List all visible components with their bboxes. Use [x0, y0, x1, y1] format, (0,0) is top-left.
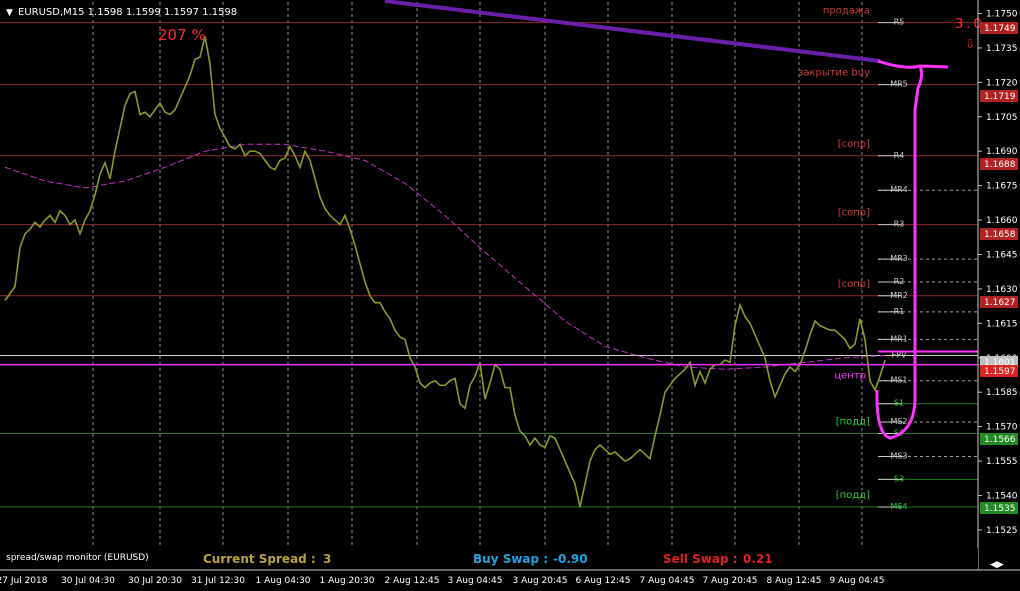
level-label: R3: [894, 220, 905, 229]
price-tag-label: 1.1597: [984, 367, 1016, 377]
price-tag-label: 1.1627: [984, 298, 1016, 308]
level-label: MS2: [890, 417, 907, 426]
level-label: MS3: [890, 451, 907, 460]
price-tick-label: 1.1735: [986, 44, 1018, 54]
price-tick-label: 1.1705: [986, 113, 1018, 123]
time-tick-label: 30 Jul 04:30: [61, 576, 115, 586]
level-annotation: центр: [834, 371, 866, 382]
level-label: MS4: [890, 502, 907, 511]
spread-monitor-title: spread/swap monitor (EURUSD): [6, 553, 149, 563]
time-tick-label: 3 Aug 04:45: [448, 576, 503, 586]
price-tick-label: 1.1690: [986, 147, 1018, 157]
level-annotation: закрытие buy: [798, 68, 870, 79]
level-annotation: продажа: [823, 6, 870, 17]
time-tick-label: 8 Aug 12:45: [767, 576, 822, 586]
price-tick-label: 1.1585: [986, 388, 1018, 398]
price-tick-label: 1.1525: [986, 526, 1018, 536]
forecast-path[interactable]: [877, 59, 949, 69]
price-tick-label: 1.1630: [986, 285, 1018, 295]
price-tick-label: 1.1720: [986, 78, 1018, 88]
sell-swap-value: 0.21: [743, 552, 773, 566]
sell-swap-label: Sell Swap :: [663, 552, 738, 566]
level-annotation: [сопр]: [838, 208, 870, 219]
spread-value: 3: [323, 552, 331, 566]
level-label: R2: [894, 277, 905, 286]
time-tick-label: 1 Aug 20:30: [320, 576, 375, 586]
price-tag-label: 1.1719: [984, 92, 1016, 102]
price-chart[interactable]: R5 продажа MR5 закрытие buy R4 [сопр] MR4 R3 [со…: [0, 0, 1020, 591]
price-tick-label: 1.1615: [986, 319, 1018, 329]
level-label: R4: [894, 151, 905, 160]
time-tick-label: 2 Aug 12:45: [385, 576, 440, 586]
price-tick-label: 1.1555: [986, 457, 1018, 467]
price-tag-label: 1.1535: [984, 504, 1016, 514]
level-label: R5: [894, 18, 905, 27]
level-label: S1: [894, 399, 904, 408]
price-tick-label: 1.1675: [986, 182, 1018, 192]
price-tag-label: 1.1566: [984, 435, 1016, 445]
time-tick-label: 6 Aug 12:45: [576, 576, 631, 586]
moving-average-line: [4, 143, 886, 370]
time-tick-label: 9 Aug 04:45: [830, 576, 885, 586]
scroll-right-icon[interactable]: ◀▶: [990, 560, 1004, 570]
level-label: MR4: [890, 185, 908, 194]
level-label: MS1: [890, 376, 907, 385]
level-label: MR3: [890, 254, 908, 263]
time-tick-label: 7 Aug 04:45: [640, 576, 695, 586]
time-tick-label: 31 Jul 12:30: [191, 576, 245, 586]
price-tick-label: 1.1540: [986, 492, 1018, 502]
chart-window[interactable]: R5 продажа MR5 закрытие buy R4 [сопр] MR4 R3 [со…: [0, 0, 1020, 591]
level-label: MR2: [890, 291, 908, 300]
level-label: MR5: [890, 80, 908, 89]
price-tick-label: 1.1645: [986, 250, 1018, 260]
time-tick-label: 7 Aug 20:45: [703, 576, 758, 586]
price-tag-label: 1.1749: [984, 24, 1016, 34]
buy-swap-label: Buy Swap :: [473, 552, 548, 566]
level-annotation: [подд]: [836, 417, 870, 428]
price-tick-label: 1.1660: [986, 216, 1018, 226]
time-tick-label: 27 Jul 2018: [0, 576, 48, 586]
price-tick-label: 1.1570: [986, 423, 1018, 433]
percent-annotation: 207 %: [158, 26, 206, 44]
spread-label: Current Spread :: [203, 552, 316, 566]
level-label: S3: [894, 474, 904, 483]
time-tick-label: 1 Aug 04:30: [256, 576, 311, 586]
price-line: [4, 36, 886, 508]
time-tick-label: 3 Aug 20:45: [513, 576, 568, 586]
trendline[interactable]: [384, 0, 881, 63]
down-arrow-icon: ⇩: [965, 37, 975, 51]
symbol-info: EURUSD,M15 1.1598 1.1599 1.1597 1.1598: [18, 7, 237, 18]
level-annotation: [подд]: [836, 490, 870, 501]
time-tick-label: 30 Jul 20:30: [128, 576, 182, 586]
price-tag-label: 1.1688: [984, 160, 1016, 170]
buy-swap-value: -0.90: [553, 552, 588, 566]
level-label: MR1: [890, 334, 908, 343]
level-annotation: [сопр]: [838, 279, 870, 290]
chart-dropdown-icon[interactable]: ▼: [6, 8, 13, 18]
price-tag-label: 1.1658: [984, 230, 1016, 240]
price-tick-label: 1.1750: [986, 9, 1018, 19]
level-label: R1: [894, 307, 905, 316]
level-annotation: [сопр]: [838, 139, 870, 150]
